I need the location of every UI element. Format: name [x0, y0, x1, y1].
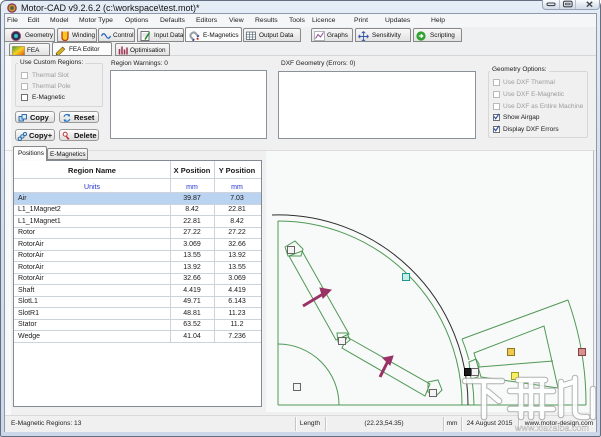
svg-text:www.xiazaiba.com: www.xiazaiba.com	[514, 423, 589, 433]
